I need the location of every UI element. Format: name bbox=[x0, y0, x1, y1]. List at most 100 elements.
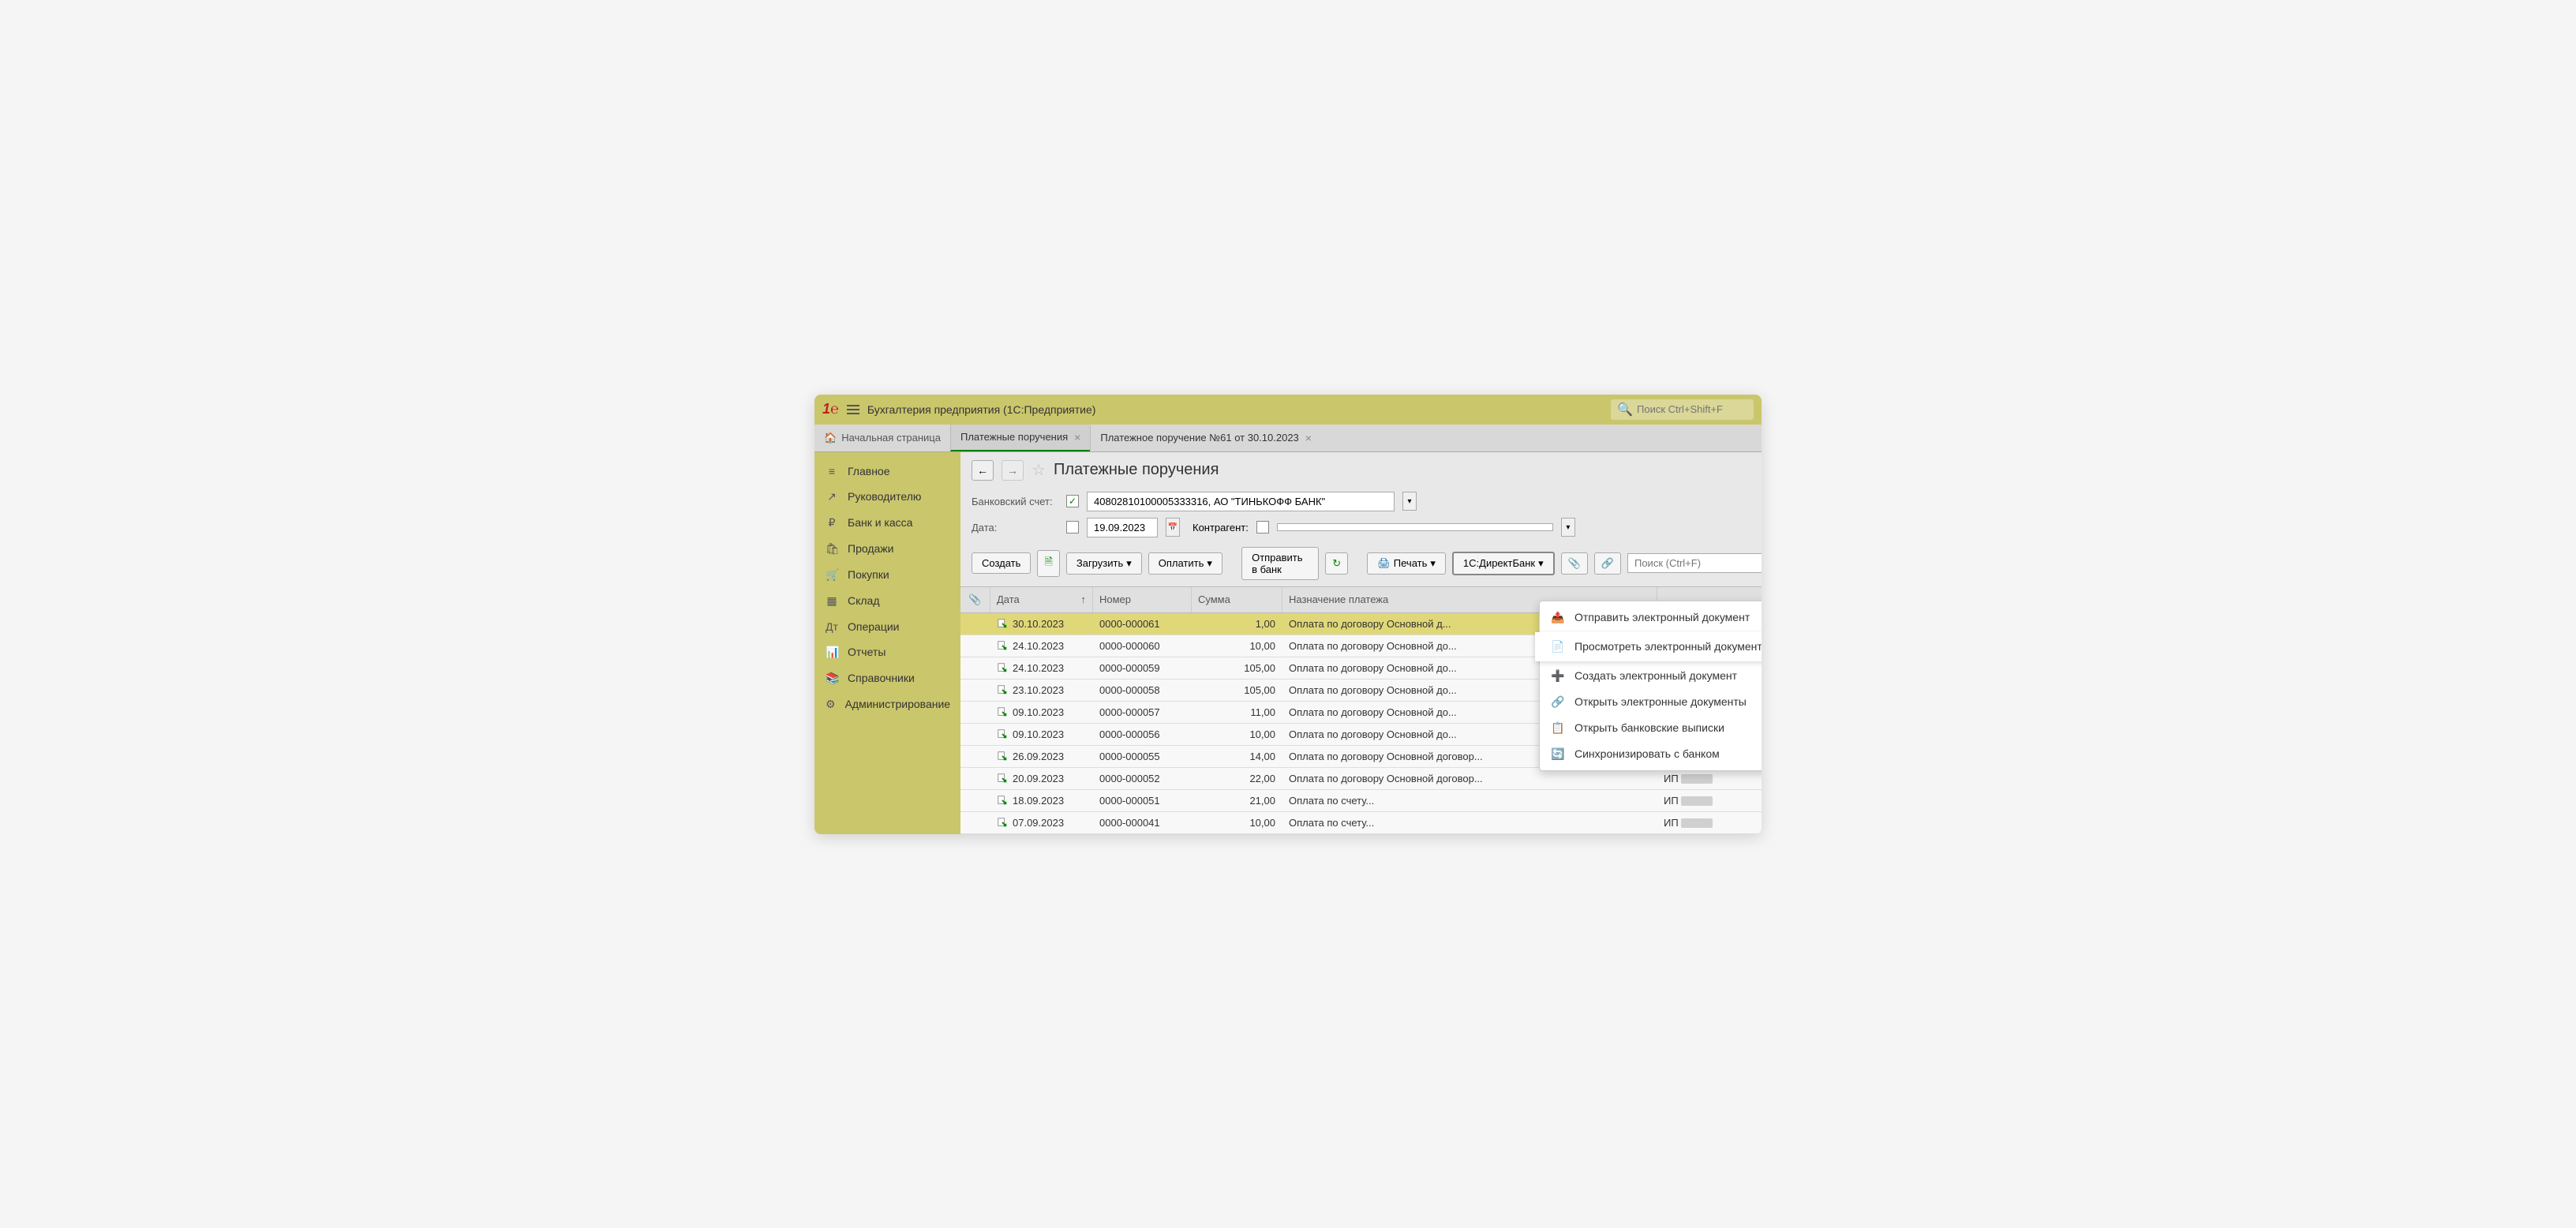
cell-date: 23.10.2023 bbox=[990, 680, 1093, 701]
paperclip-icon: 📎 bbox=[1568, 557, 1581, 570]
date-label: Дата: bbox=[972, 522, 1058, 534]
load-button[interactable]: Загрузить ▾ bbox=[1066, 552, 1142, 575]
favorite-star-icon[interactable]: ☆ bbox=[1032, 460, 1046, 480]
send-to-bank-button[interactable]: Отправить в банк bbox=[1241, 547, 1319, 580]
cell-date: 20.09.2023 bbox=[990, 768, 1093, 789]
col-sum[interactable]: Сумма bbox=[1192, 587, 1282, 612]
global-search-input[interactable] bbox=[1637, 403, 1747, 415]
cell-date: 26.09.2023 bbox=[990, 746, 1093, 767]
cell-attach bbox=[960, 680, 990, 701]
close-icon[interactable]: × bbox=[1074, 431, 1080, 444]
nav-forward-button[interactable]: → bbox=[1002, 460, 1024, 481]
chevron-down-icon: ▾ bbox=[1207, 557, 1212, 570]
table-row[interactable]: 07.09.2023 0000-000041 10,00 Оплата по с… bbox=[960, 812, 1762, 834]
attach-button[interactable]: 📎 bbox=[1561, 552, 1588, 575]
refresh-icon: ↻ bbox=[1332, 557, 1341, 570]
sort-asc-icon: ↑ bbox=[1081, 593, 1087, 606]
menu-item[interactable]: 📤Отправить электронный документ bbox=[1540, 605, 1762, 631]
nav-back-button[interactable]: ← bbox=[972, 460, 994, 481]
home-icon: 🏠 bbox=[824, 432, 837, 444]
sidebar-item-label: Банк и касса bbox=[848, 516, 912, 529]
menu-item[interactable]: 🔗Открыть электронные документы bbox=[1540, 689, 1762, 715]
account-checkbox[interactable]: ✓ bbox=[1066, 495, 1079, 507]
global-search[interactable]: 🔍 bbox=[1611, 399, 1754, 420]
sidebar-item[interactable]: 📊Отчеты bbox=[814, 639, 960, 665]
menu-item[interactable]: 🔄Синхронизировать с банком bbox=[1540, 741, 1762, 767]
sidebar-item[interactable]: ₽ Банк и касса bbox=[814, 510, 960, 536]
sidebar-item-label: Операции bbox=[848, 620, 900, 633]
tab-label: Платежные поручения bbox=[960, 431, 1068, 443]
account-select[interactable]: 40802810100005333316, АО "ТИНЬКОФФ БАНК" bbox=[1087, 492, 1395, 511]
print-button[interactable]: 🖨 Печать ▾ bbox=[1367, 552, 1446, 575]
pay-button[interactable]: Оплатить ▾ bbox=[1148, 552, 1222, 575]
counterparty-dropdown-icon[interactable]: ▾ bbox=[1561, 518, 1575, 537]
sidebar-item[interactable]: 🛍Продажи bbox=[814, 536, 960, 562]
sidebar-item[interactable]: ⚙Администрирование bbox=[814, 691, 960, 717]
close-icon[interactable]: × bbox=[1305, 432, 1312, 444]
col-attach[interactable]: 📎 bbox=[960, 587, 990, 612]
sidebar-item[interactable]: 🛒Покупки bbox=[814, 562, 960, 588]
sidebar-item-icon: 📊 bbox=[826, 646, 838, 659]
search-icon: 🔍 bbox=[1617, 402, 1633, 417]
document-status-icon bbox=[997, 817, 1008, 828]
date-input[interactable] bbox=[1087, 518, 1158, 537]
paperclip-icon: 📎 bbox=[968, 593, 981, 605]
cell-attach bbox=[960, 746, 990, 767]
related-button[interactable]: 🔗 bbox=[1594, 552, 1621, 575]
cell-number: 0000-000060 bbox=[1093, 635, 1192, 657]
cell-org: ИП bbox=[1657, 812, 1762, 833]
cell-org: ИП bbox=[1657, 768, 1762, 789]
table-search-input[interactable] bbox=[1627, 553, 1762, 573]
cell-sum: 11,00 bbox=[1192, 702, 1282, 723]
cell-number: 0000-000061 bbox=[1093, 613, 1192, 635]
sidebar-item-icon: ₽ bbox=[826, 516, 838, 530]
counterparty-checkbox[interactable] bbox=[1256, 521, 1269, 534]
table-row[interactable]: 18.09.2023 0000-000051 21,00 Оплата по с… bbox=[960, 790, 1762, 812]
cell-sum: 10,00 bbox=[1192, 635, 1282, 657]
sidebar-item-icon: ≡ bbox=[826, 465, 838, 477]
sidebar-item[interactable]: ДтОперации bbox=[814, 614, 960, 639]
tab-payment-order-61[interactable]: Платежное поручение №61 от 30.10.2023 × bbox=[1090, 425, 1321, 451]
titlebar: 1℮ Бухгалтерия предприятия (1С:Предприят… bbox=[814, 395, 1762, 425]
sidebar-item[interactable]: 📚Справочники bbox=[814, 665, 960, 691]
cell-attach bbox=[960, 812, 990, 833]
cell-number: 0000-000051 bbox=[1093, 790, 1192, 811]
document-status-icon bbox=[997, 684, 1008, 695]
sidebar-item-label: Главное bbox=[848, 465, 890, 477]
col-date[interactable]: Дата↑ bbox=[990, 587, 1093, 612]
cell-number: 0000-000041 bbox=[1093, 812, 1192, 833]
cell-number: 0000-000059 bbox=[1093, 657, 1192, 679]
col-number[interactable]: Номер bbox=[1093, 587, 1192, 612]
sidebar-item[interactable]: ▦Склад bbox=[814, 588, 960, 614]
menu-item-label: Создать электронный документ bbox=[1574, 669, 1737, 682]
sidebar-item[interactable]: ≡ Главное bbox=[814, 459, 960, 484]
menu-item-label: Открыть банковские выписки bbox=[1574, 721, 1724, 734]
cell-number: 0000-000056 bbox=[1093, 724, 1192, 745]
sidebar-item[interactable]: ↗Руководителю bbox=[814, 484, 960, 510]
menu-item[interactable]: 📄Просмотреть электронный документ bbox=[1535, 632, 1762, 661]
menu-item[interactable]: ➕Создать электронный документ bbox=[1540, 663, 1762, 689]
cell-attach bbox=[960, 790, 990, 811]
copy-icon: 🗎 bbox=[1044, 555, 1052, 572]
copy-button[interactable]: 🗎 bbox=[1037, 550, 1059, 577]
counterparty-select[interactable] bbox=[1277, 523, 1553, 531]
home-tab[interactable]: 🏠 Начальная страница bbox=[814, 425, 950, 451]
cell-attach bbox=[960, 635, 990, 657]
directbank-button[interactable]: 1С:ДиректБанк ▾ bbox=[1452, 552, 1555, 575]
cell-attach bbox=[960, 657, 990, 679]
account-label: Банковский счет: bbox=[972, 496, 1058, 507]
menu-item-icon: 📤 bbox=[1551, 611, 1565, 624]
calendar-icon[interactable]: 📅 bbox=[1166, 518, 1180, 537]
sidebar-item-icon: ▦ bbox=[826, 594, 838, 608]
refresh-button[interactable]: ↻ bbox=[1325, 552, 1348, 575]
tab-payment-orders[interactable]: Платежные поручения × bbox=[950, 425, 1090, 451]
table-row[interactable]: 20.09.2023 0000-000052 22,00 Оплата по д… bbox=[960, 768, 1762, 790]
menu-item[interactable]: 📋Открыть банковские выписки bbox=[1540, 715, 1762, 741]
chevron-down-icon: ▾ bbox=[1126, 557, 1132, 570]
cell-sum: 105,00 bbox=[1192, 657, 1282, 679]
create-button[interactable]: Создать bbox=[972, 552, 1031, 574]
date-checkbox[interactable] bbox=[1066, 521, 1079, 534]
account-dropdown-icon[interactable]: ▾ bbox=[1402, 492, 1417, 511]
main-menu-button[interactable] bbox=[847, 402, 859, 417]
menu-item-icon: 📄 bbox=[1551, 640, 1565, 653]
